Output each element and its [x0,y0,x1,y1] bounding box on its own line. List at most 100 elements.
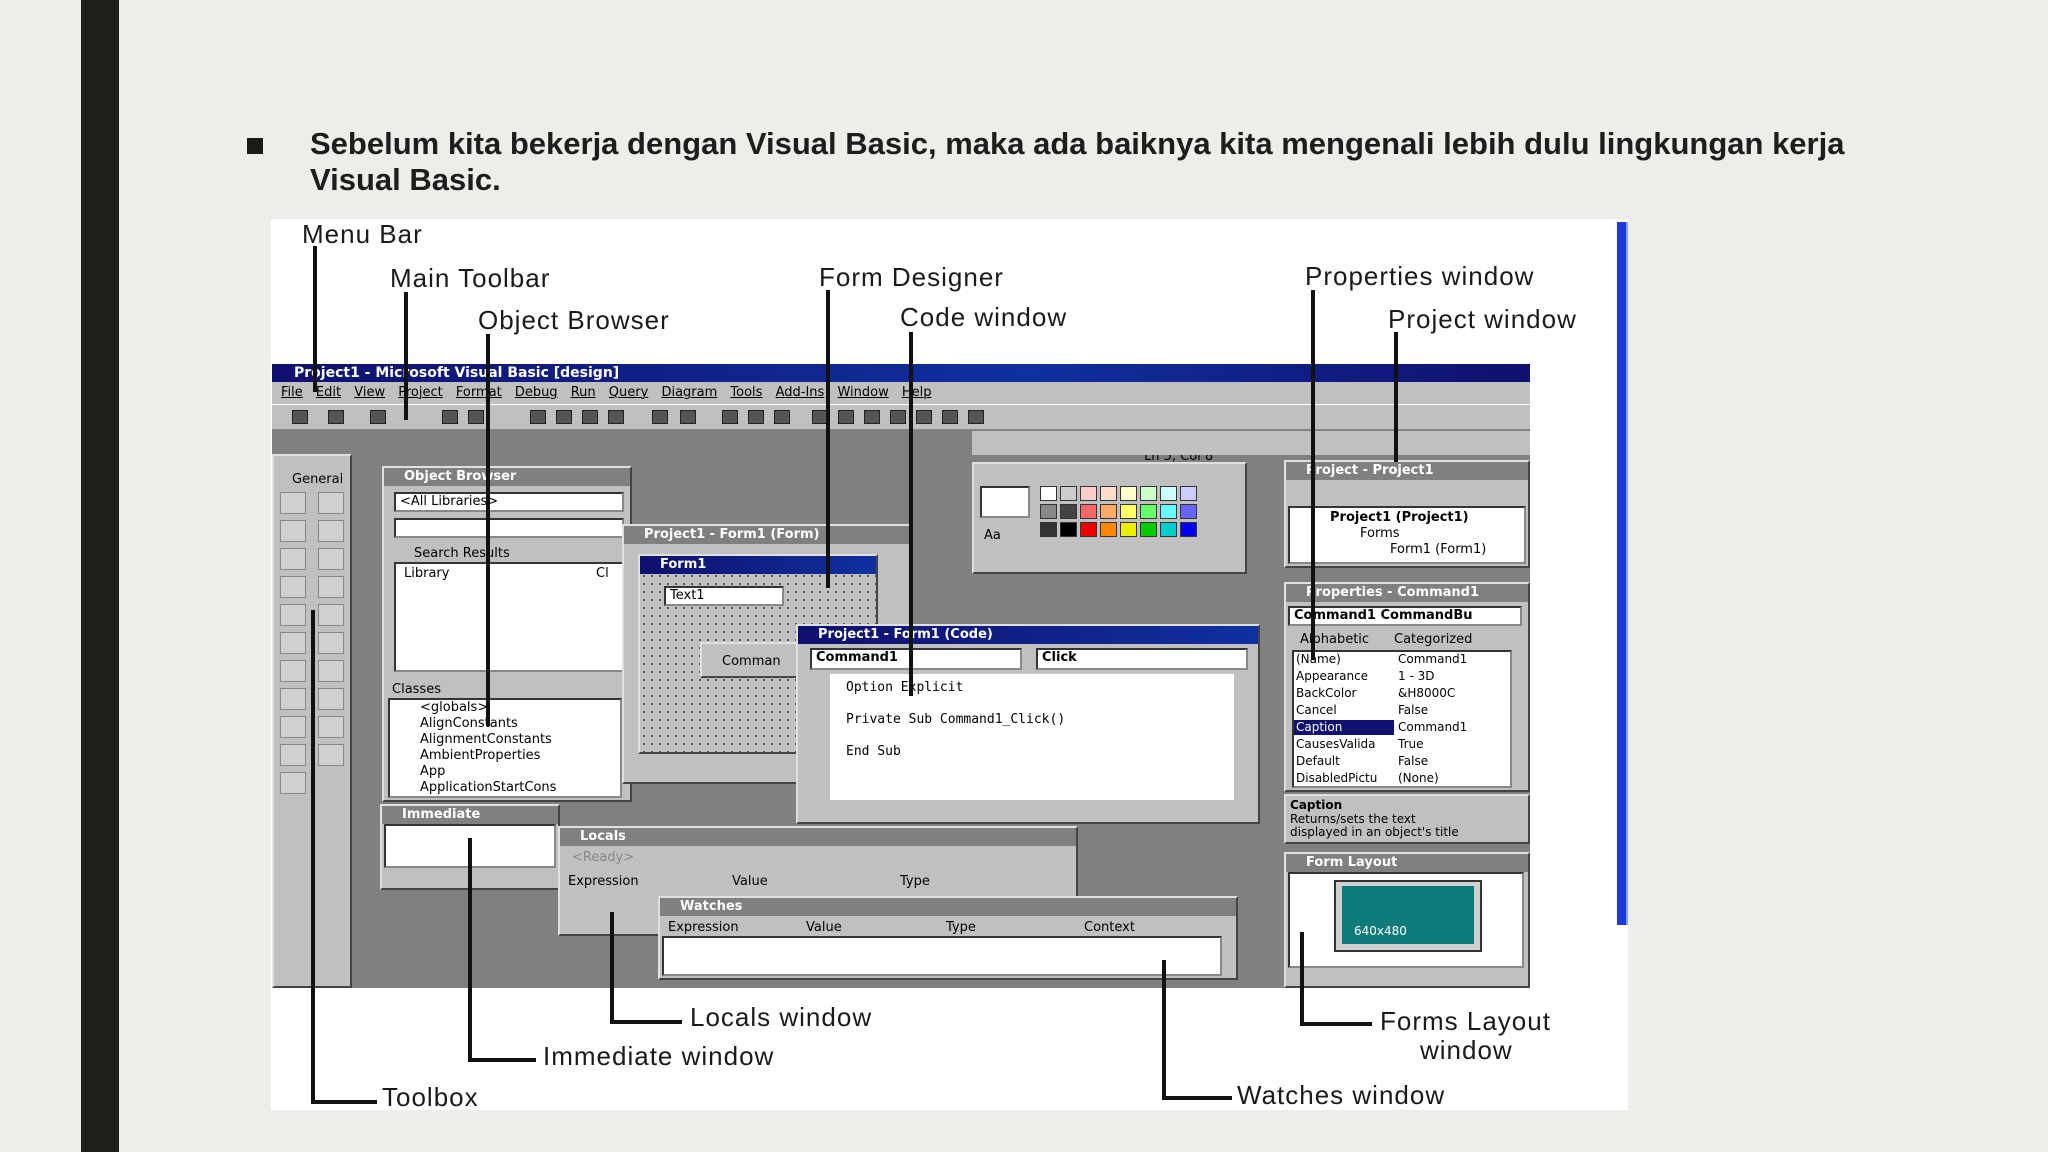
color-preview[interactable] [980,486,1030,518]
form-layout-canvas[interactable]: 640x480 [1288,872,1524,968]
copy-icon[interactable] [556,410,572,424]
dirlist-tool-icon[interactable] [280,688,306,710]
menu-edit[interactable]: Edit [316,382,341,404]
tree-forms-folder[interactable]: Forms [1360,526,1400,541]
label-tool-icon[interactable] [280,520,306,542]
open-icon[interactable] [442,410,458,424]
data-view-icon[interactable] [942,410,958,424]
cut-icon[interactable] [530,410,546,424]
property-name-selected[interactable]: Caption [1294,720,1394,735]
menu-debug[interactable]: Debug [515,382,558,404]
color-swatch[interactable] [1060,504,1077,519]
line-tool-icon[interactable] [318,716,344,738]
color-swatch[interactable] [1100,504,1117,519]
menu-tools[interactable]: Tools [730,382,762,404]
image-tool-icon[interactable] [280,744,306,766]
form-layout-icon[interactable] [864,410,880,424]
color-swatch[interactable] [1140,486,1157,501]
property-value[interactable]: &H8000C [1398,686,1455,701]
data-tool-icon[interactable] [318,744,344,766]
textbox-tool-icon[interactable] [318,520,344,542]
color-swatch[interactable] [1080,522,1097,537]
menu-format[interactable]: Format [456,382,502,404]
search-input[interactable] [394,518,624,538]
class-item[interactable]: AlignConstants [420,716,518,731]
color-swatch[interactable] [1060,522,1077,537]
library-select[interactable]: <All Libraries> [394,492,624,512]
class-item[interactable]: ApplicationStartCons [420,780,556,795]
class-item[interactable]: AlignmentConstants [420,732,552,747]
property-name[interactable]: Appearance [1296,669,1368,684]
vscroll-tool-icon[interactable] [318,632,344,654]
procedure-dropdown[interactable]: Click [1036,648,1248,670]
object-browser-icon[interactable] [890,410,906,424]
project-tree[interactable]: Project1 (Project1) Forms Form1 (Form1) [1288,506,1526,564]
menu-diagram[interactable]: Diagram [661,382,717,404]
pointer-tool-icon[interactable] [280,492,306,514]
shape-tool-icon[interactable] [280,716,306,738]
optionbutton-tool-icon[interactable] [318,576,344,598]
paste-icon[interactable] [582,410,598,424]
color-swatch[interactable] [1160,522,1177,537]
color-swatch[interactable] [1100,486,1117,501]
property-name[interactable]: (Name) [1296,652,1341,667]
code-editor[interactable]: Option Explicit Private Sub Command1_Cli… [830,674,1234,800]
class-item[interactable]: <globals> [420,700,488,715]
color-swatch[interactable] [1060,486,1077,501]
color-swatch[interactable] [1080,504,1097,519]
command1-button[interactable]: Comman [700,642,800,678]
ole-tool-icon[interactable] [280,772,306,794]
menu-editor-icon[interactable] [370,410,386,424]
color-swatch[interactable] [1140,504,1157,519]
color-swatch[interactable] [1080,486,1097,501]
combobox-tool-icon[interactable] [280,604,306,626]
classes-list[interactable]: <globals> AlignConstants AlignmentConsta… [388,698,622,798]
color-swatch[interactable] [1180,504,1197,519]
property-value[interactable]: True [1398,737,1424,752]
menu-run[interactable]: Run [571,382,596,404]
property-value[interactable]: Command1 [1398,652,1467,667]
color-swatch[interactable] [1120,522,1137,537]
save-icon[interactable] [468,410,484,424]
menu-query[interactable]: Query [609,382,649,404]
color-swatch[interactable] [1180,522,1197,537]
component-manager-icon[interactable] [968,410,984,424]
color-swatch[interactable] [1160,504,1177,519]
frame-tool-icon[interactable] [280,548,306,570]
property-value[interactable]: False [1398,754,1428,769]
filelist-tool-icon[interactable] [318,688,344,710]
property-value[interactable]: Command1 [1398,720,1467,735]
pause-icon[interactable] [748,410,764,424]
menu-add-ins[interactable]: Add-Ins [776,382,825,404]
color-swatch[interactable] [1120,486,1137,501]
object-dropdown[interactable]: Command1 [810,648,1022,670]
hscroll-tool-icon[interactable] [280,632,306,654]
redo-icon[interactable] [680,410,696,424]
property-name[interactable]: Default [1296,754,1340,769]
color-swatch[interactable] [1040,504,1057,519]
toolbox-icon[interactable] [916,410,932,424]
add-project-icon[interactable] [292,410,308,424]
color-swatch[interactable] [1040,522,1057,537]
run-icon[interactable] [722,410,738,424]
menu-view[interactable]: View [354,382,385,404]
menu-file[interactable]: File [281,382,303,404]
property-name[interactable]: CausesValida [1296,737,1376,752]
property-value[interactable]: 1 - 3D [1398,669,1434,684]
search-results-list[interactable]: Library Cl [394,562,624,672]
properties-icon[interactable] [838,410,854,424]
checkbox-tool-icon[interactable] [280,576,306,598]
color-swatch[interactable] [1180,486,1197,501]
color-swatch[interactable] [1040,486,1057,501]
menu-help[interactable]: Help [902,382,932,404]
tab-categorized[interactable]: Categorized [1394,632,1472,647]
tree-form1[interactable]: Form1 (Form1) [1390,542,1486,557]
class-item[interactable]: App [420,764,445,779]
property-name[interactable]: Cancel [1296,703,1337,718]
properties-grid[interactable]: (Name) Command1 Appearance 1 - 3D BackCo… [1292,650,1512,788]
undo-icon[interactable] [652,410,668,424]
property-name[interactable]: BackColor [1296,686,1356,701]
properties-object-dropdown[interactable]: Command1 CommandBu [1288,606,1522,626]
property-name[interactable]: DisabledPictu [1296,771,1377,786]
find-icon[interactable] [608,410,624,424]
